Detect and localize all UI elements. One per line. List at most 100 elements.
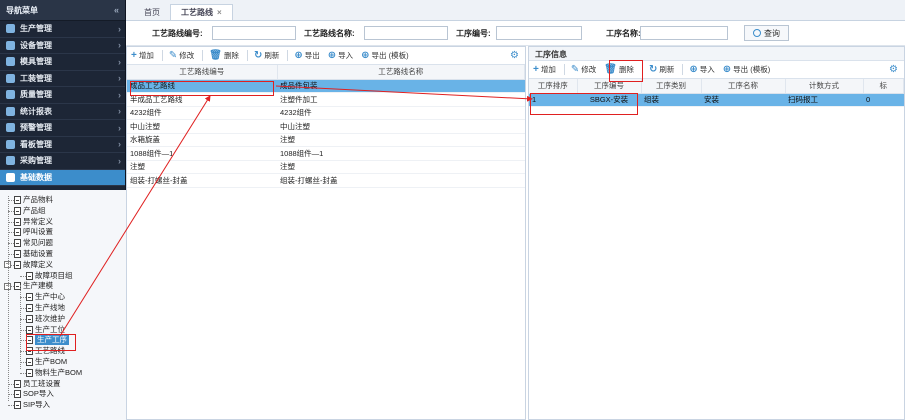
tree-node-label: 产品物料 [23, 195, 53, 204]
chevron-right-icon: › [118, 73, 121, 84]
search-icon [753, 29, 761, 37]
chevron-right-icon: › [118, 155, 121, 166]
delete-button[interactable]: 🗑 删除 [604, 64, 634, 75]
document-icon [14, 390, 21, 399]
tree-node[interactable]: SOP导入 [14, 389, 54, 399]
tree-node[interactable]: 故障项目组 [26, 271, 73, 281]
sidebar-item-label: 预警管理 [20, 123, 52, 133]
tree-node[interactable]: 生产中心 [26, 292, 65, 302]
table-row[interactable]: 成品工艺路线 成品件包装 [127, 79, 525, 93]
document-icon [14, 239, 21, 248]
export-template-button[interactable]: ⊕ 导出 (模板) [723, 64, 770, 75]
add-button[interactable]: + 增加 [131, 50, 154, 61]
edit-button[interactable]: ✎ 修改 [169, 50, 194, 61]
column-header[interactable]: 工序类别 [641, 79, 702, 94]
tree-node[interactable]: 生产工序 [26, 335, 69, 346]
table-cell: 注塑 [277, 160, 525, 174]
column-header[interactable]: 工艺路线名称 [277, 65, 525, 80]
process-name-input[interactable] [640, 26, 728, 40]
edit-button[interactable]: ✎ 修改 [571, 64, 596, 75]
refresh-button[interactable]: ↻ 刷新 [649, 64, 674, 75]
divider [641, 64, 643, 75]
export-button[interactable]: ⊕ 导出 [294, 50, 319, 61]
collapse-icon[interactable]: « [114, 5, 119, 15]
table-cell: 成品工艺路线 [127, 79, 277, 93]
table-row[interactable]: 1088组件—1 1088组件—1 [127, 146, 525, 161]
gear-icon[interactable]: ⚙ [889, 64, 898, 75]
tree-node-label: SIP导入 [23, 400, 51, 410]
process-code-input[interactable] [496, 26, 582, 40]
tab-process-route[interactable]: 工艺路线 × [170, 4, 233, 20]
tree-node[interactable]: 基础设置 [14, 249, 53, 259]
tree-node[interactable]: 生产BOM [26, 357, 67, 367]
tree-node[interactable]: 班次维护 [26, 314, 65, 324]
sidebar-item[interactable]: 采购管理 › [0, 153, 125, 170]
sidebar-item[interactable]: 质量管理 › [0, 87, 125, 104]
add-button[interactable]: + 增加 [533, 64, 556, 75]
tree-node-label: 基础设置 [23, 249, 53, 258]
tree-node[interactable]: 常见问题 [14, 238, 53, 248]
tree-node-label: 故障定义 [23, 259, 53, 269]
import-button[interactable]: ⊕ 导入 [328, 50, 353, 61]
tree-node[interactable]: 生产线地 [26, 303, 65, 313]
pencil-icon: ✎ [570, 64, 580, 75]
table-row[interactable]: 1 SBGX-安装 组装 安装 扫码报工 0 [529, 93, 904, 107]
document-icon [14, 228, 21, 237]
sidebar-item[interactable]: 统计报表 › [0, 104, 125, 120]
tree-node[interactable]: 产品组 [14, 206, 46, 216]
route-code-input[interactable] [212, 26, 296, 40]
tree-connector [8, 405, 14, 407]
document-icon [26, 314, 33, 323]
export-template-icon: ⊕ [361, 50, 370, 61]
tree-node-label: 生产工序 [35, 335, 69, 346]
delete-button[interactable]: 🗑 删除 [209, 50, 239, 61]
column-header[interactable]: 工序编号 [577, 79, 642, 94]
query-button[interactable]: 查询 [744, 25, 789, 41]
table-row[interactable]: 半成品工艺路线 注塑件加工 [127, 92, 525, 107]
table-cell: SBGX-安装 [577, 93, 641, 107]
sidebar-item[interactable]: 设备管理 › [0, 38, 125, 54]
column-header[interactable]: 工艺路线编号 [127, 65, 278, 80]
tab-home[interactable]: 首页 [134, 4, 170, 20]
tree-connector [20, 372, 26, 374]
tree-node[interactable]: 生产工位 [26, 325, 65, 335]
import-icon: ⊕ [689, 64, 698, 75]
close-icon[interactable]: × [217, 8, 222, 17]
tree-node[interactable]: 呼叫设置 [14, 227, 53, 237]
tree-node[interactable]: 工艺路线 [26, 346, 65, 356]
column-header[interactable]: 计数方式 [785, 79, 864, 94]
route-name-input[interactable] [364, 26, 448, 40]
sidebar-header: 导航菜单 « [0, 0, 125, 21]
import-button[interactable]: ⊕ 导入 [689, 64, 714, 75]
sidebar-item-label: 采购管理 [20, 156, 52, 166]
gear-icon[interactable]: ⚙ [510, 50, 519, 61]
tree-node[interactable]: 故障定义 [14, 260, 53, 270]
table-row[interactable]: 中山注塑 中山注塑 [127, 119, 525, 134]
table-row[interactable]: 注塑 注塑 [127, 160, 525, 174]
sidebar-item[interactable]: 工装管理 › [0, 71, 125, 87]
column-header[interactable]: 工序排序 [529, 79, 578, 94]
sidebar-item[interactable]: 基础数据 [0, 169, 125, 186]
tree-node[interactable]: 员工班设置 [14, 379, 61, 389]
table-cell: 组装 [641, 93, 701, 107]
divider [682, 64, 684, 75]
table-row[interactable]: 水箱旋盖 注塑 [127, 133, 525, 147]
tree-node[interactable]: 异常定义 [14, 217, 53, 227]
sidebar-item[interactable]: 生产管理 › [0, 21, 125, 38]
process-code-label: 工序编号: [456, 29, 491, 38]
sidebar-item[interactable]: 模具管理 › [0, 54, 125, 71]
table-row[interactable]: 组装-打螺丝-封盖 组装-打螺丝-封盖 [127, 173, 525, 188]
table-row[interactable]: 4232组件 4232组件 [127, 106, 525, 120]
sidebar-item[interactable]: 看板管理 › [0, 137, 125, 153]
sidebar-item[interactable]: 预警管理 › [0, 120, 125, 137]
table-cell: 组装-打螺丝-封盖 [277, 173, 525, 188]
tree-node[interactable]: SIP导入 [14, 400, 50, 410]
column-header[interactable]: 标 [863, 79, 904, 94]
export-template-button[interactable]: ⊕ 导出 (模板) [361, 50, 408, 61]
tree-node[interactable]: 物料生产BOM [26, 368, 82, 378]
column-header[interactable]: 工序名称 [701, 79, 786, 94]
chevron-right-icon: › [118, 106, 121, 117]
refresh-button[interactable]: ↻ 刷新 [254, 50, 279, 61]
tree-node[interactable]: 产品物料 [14, 195, 53, 205]
trash-icon: 🗑 [209, 50, 222, 61]
